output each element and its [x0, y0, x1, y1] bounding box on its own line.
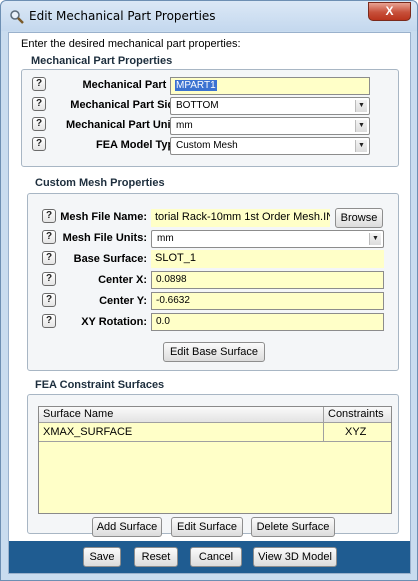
constraint-surfaces-table: Surface Name Constraints XMAX_SURFACE XY…: [38, 406, 392, 514]
mesh-units-help-icon[interactable]: ?: [42, 230, 56, 244]
column-header-constraints[interactable]: Constraints: [328, 408, 384, 420]
mech-part-units-label: Mechanical Part Units:: [66, 119, 184, 131]
fea-model-type-select[interactable]: Custom Mesh ▼: [170, 137, 370, 155]
intro-text: Enter the desired mechanical part proper…: [21, 38, 241, 50]
mech-units-help-icon[interactable]: ?: [32, 117, 46, 131]
mesh-file-name-input[interactable]: torial Rack-10mm 1st Order Mesh.INP: [151, 209, 330, 227]
mesh-file-help-icon[interactable]: ?: [42, 209, 56, 223]
xy-rotation-label: XY Rotation:: [81, 316, 147, 328]
edit-base-surface-button[interactable]: Edit Base Surface: [163, 342, 265, 362]
column-divider: [323, 407, 324, 442]
reset-button[interactable]: Reset: [134, 547, 178, 567]
table-header: Surface Name Constraints: [39, 407, 391, 423]
chevron-down-icon: ▼: [355, 100, 367, 112]
mesh-props-heading: Custom Mesh Properties: [35, 177, 165, 189]
fea-constraints-heading: FEA Constraint Surfaces: [35, 379, 165, 391]
chevron-down-icon: ▼: [369, 233, 381, 245]
xy-rotation-help-icon[interactable]: ?: [42, 314, 56, 328]
mech-id-help-icon[interactable]: ?: [32, 77, 46, 91]
center-x-input[interactable]: 0.0898: [151, 271, 384, 289]
center-x-help-icon[interactable]: ?: [42, 272, 56, 286]
fea-type-help-icon[interactable]: ?: [32, 137, 46, 151]
mech-props-heading: Mechanical Part Properties: [31, 55, 173, 67]
constraints-cell: XYZ: [345, 426, 367, 438]
mesh-file-units-select[interactable]: mm ▼: [151, 230, 384, 248]
mech-part-side-select[interactable]: BOTTOM ▼: [170, 97, 370, 115]
view-3d-model-button[interactable]: View 3D Model: [253, 547, 337, 567]
base-surface-label: Base Surface:: [73, 253, 147, 265]
base-surface-value: SLOT_1: [151, 250, 384, 268]
action-bar: Save Reset Cancel View 3D Model: [9, 541, 410, 573]
save-button[interactable]: Save: [83, 547, 121, 567]
mech-part-side-label: Mechanical Part Side:: [70, 99, 184, 111]
mech-part-id-input[interactable]: MPART1: [170, 77, 370, 95]
magnifier-icon: [9, 9, 25, 25]
table-row[interactable]: XMAX_SURFACE XYZ: [39, 423, 391, 442]
center-y-label: Center Y:: [99, 295, 147, 307]
cancel-button[interactable]: Cancel: [190, 547, 242, 567]
close-button[interactable]: X: [368, 2, 411, 21]
mech-side-help-icon[interactable]: ?: [32, 97, 46, 111]
dialog-window: Edit Mechanical Part Properties X Enter …: [0, 0, 418, 581]
chevron-down-icon: ▼: [355, 140, 367, 152]
column-header-surface-name[interactable]: Surface Name: [43, 408, 113, 420]
mech-part-units-select[interactable]: mm ▼: [170, 117, 370, 135]
add-surface-button[interactable]: Add Surface: [92, 517, 162, 537]
window-title: Edit Mechanical Part Properties: [29, 9, 216, 23]
center-x-label: Center X:: [98, 274, 147, 286]
xy-rotation-input[interactable]: 0.0: [151, 313, 384, 331]
dialog-body: Enter the desired mechanical part proper…: [8, 32, 411, 574]
center-y-input[interactable]: -0.6632: [151, 292, 384, 310]
mech-part-id-label: Mechanical Part ID:: [82, 79, 184, 91]
browse-button[interactable]: Browse: [335, 208, 383, 228]
edit-surface-button[interactable]: Edit Surface: [171, 517, 243, 537]
title-bar[interactable]: Edit Mechanical Part Properties X: [1, 1, 417, 31]
center-y-help-icon[interactable]: ?: [42, 293, 56, 307]
chevron-down-icon: ▼: [355, 120, 367, 132]
mech-props-group: ? Mechanical Part ID: MPART1 ? Mechanica…: [21, 69, 399, 167]
surface-name-cell: XMAX_SURFACE: [43, 426, 133, 438]
mesh-file-name-label: Mesh File Name:: [60, 211, 147, 223]
mesh-props-group: ? Mesh File Name: torial Rack-10mm 1st O…: [27, 193, 399, 371]
base-surface-help-icon[interactable]: ?: [42, 251, 56, 265]
mesh-file-units-label: Mesh File Units:: [62, 232, 147, 244]
delete-surface-button[interactable]: Delete Surface: [251, 517, 335, 537]
